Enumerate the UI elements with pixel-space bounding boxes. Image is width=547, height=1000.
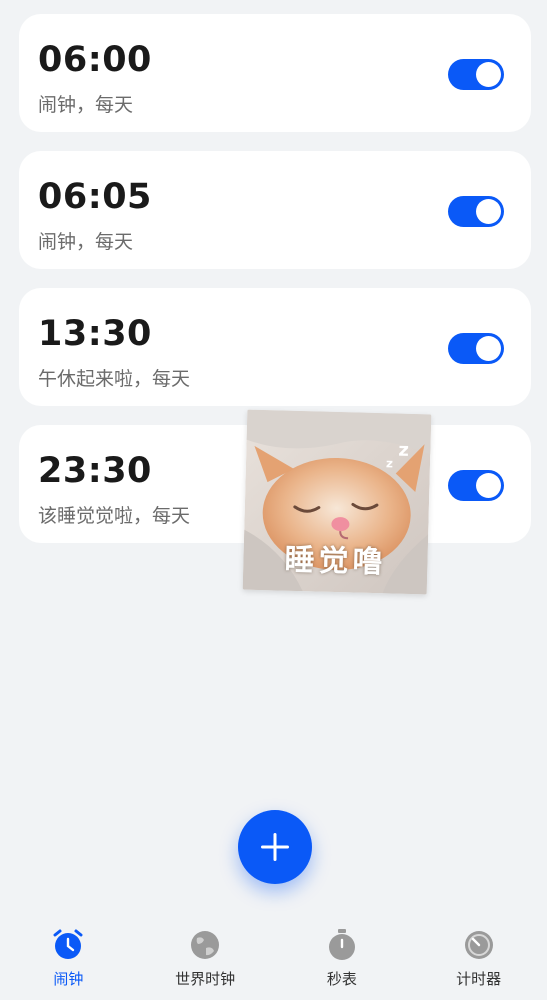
add-alarm-button[interactable] <box>238 810 312 884</box>
toggle-knob <box>476 199 501 224</box>
alarm-time: 06:05 <box>38 177 152 217</box>
alarm-time: 06:00 <box>38 40 152 80</box>
alarm-toggle[interactable] <box>448 59 504 90</box>
sleeping-cat-sticker: z z 睡觉噜 <box>242 409 432 595</box>
alarm-label: 午休起来啦，每天 <box>38 368 191 390</box>
svg-text:z: z <box>398 440 409 461</box>
alarm-toggle[interactable] <box>448 333 504 364</box>
sticker-caption: 睡觉噜 <box>284 542 387 581</box>
nav-label: 世界时钟 <box>175 970 236 988</box>
nav-item-stopwatch[interactable]: 秒表 <box>274 920 411 1000</box>
toggle-knob <box>476 336 501 361</box>
nav-item-world-clock[interactable]: 世界时钟 <box>137 920 274 1000</box>
nav-item-alarm[interactable]: 闹钟 <box>0 920 137 1000</box>
alarm-card[interactable]: 06:00 闹钟，每天 <box>19 14 531 132</box>
svg-text:z: z <box>386 456 393 470</box>
alarm-toggle[interactable] <box>448 196 504 227</box>
stopwatch-icon <box>328 929 355 960</box>
alarm-time: 23:30 <box>38 451 152 491</box>
bottom-nav: 闹钟 世界时钟 秒表 计时器 <box>0 920 547 1000</box>
alarm-toggle[interactable] <box>448 470 504 501</box>
clock-app-screen: 06:00 闹钟，每天 06:05 闹钟，每天 13:30 午休起来啦，每天 2… <box>0 0 547 1000</box>
toggle-knob <box>476 62 501 87</box>
alarm-label: 闹钟，每天 <box>38 94 134 116</box>
alarm-time: 13:30 <box>38 314 152 354</box>
alarm-clock-icon <box>53 929 83 959</box>
toggle-knob <box>476 473 501 498</box>
nav-label: 计时器 <box>456 970 502 988</box>
globe-icon <box>191 931 220 959</box>
plus-icon <box>261 833 289 861</box>
nav-label: 秒表 <box>326 970 357 988</box>
timer-icon <box>464 931 493 959</box>
alarm-card[interactable]: 13:30 午休起来啦，每天 <box>19 288 531 406</box>
nav-item-timer[interactable]: 计时器 <box>410 920 547 1000</box>
alarm-card[interactable]: 06:05 闹钟，每天 <box>19 151 531 269</box>
alarm-label: 闹钟，每天 <box>38 231 134 253</box>
alarm-label: 该睡觉觉啦，每天 <box>38 505 191 527</box>
nav-label: 闹钟 <box>53 970 84 988</box>
